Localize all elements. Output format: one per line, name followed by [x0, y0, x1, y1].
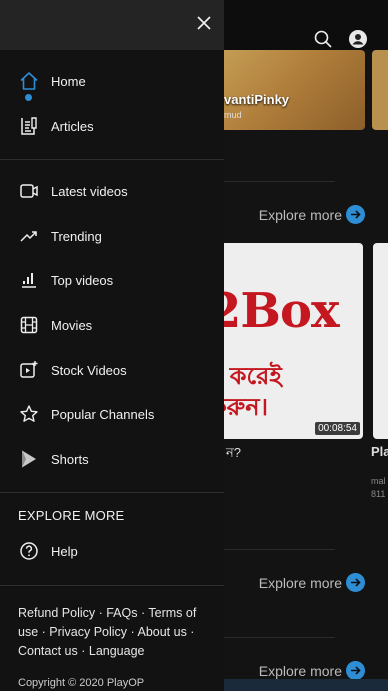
contact-us-link[interactable]: Contact us: [18, 644, 78, 658]
explore-more-link[interactable]: Explore more: [259, 205, 365, 224]
footer-separator: ·: [186, 625, 195, 639]
close-icon: [197, 15, 211, 35]
bar-chart-icon: [18, 269, 40, 291]
nav-item-label: Articles: [51, 118, 94, 134]
close-button[interactable]: [194, 15, 214, 35]
channel-subtitle: mud: [224, 110, 242, 120]
nav-item-top-videos[interactable]: Top videos: [0, 260, 224, 300]
footer-separator: ·: [127, 625, 138, 639]
trending-icon: [18, 225, 40, 247]
nav-item-home[interactable]: Home: [0, 61, 224, 101]
video-camera-icon: [18, 180, 40, 202]
video-views-2: 811: [371, 489, 386, 499]
video-title-2[interactable]: Pla: [371, 444, 388, 459]
footer-links: Refund Policy · FAQs · Terms of use · Pr…: [18, 604, 218, 661]
footer-separator: ·: [38, 625, 50, 639]
nav-item-label: Popular Channels: [51, 406, 155, 422]
channel-thumbnail-2[interactable]: [372, 50, 388, 130]
explore-more-link[interactable]: Explore more: [259, 661, 365, 680]
arrow-right-icon: [346, 573, 365, 592]
nav-item-popular-channels[interactable]: Popular Channels: [0, 394, 224, 434]
drawer-divider: [0, 159, 224, 160]
arrow-right-icon: [346, 661, 365, 680]
privacy-policy-link[interactable]: Privacy Policy: [49, 625, 127, 639]
language-link[interactable]: Language: [89, 644, 145, 658]
footer-separator: ·: [137, 606, 149, 620]
drawer-header: [0, 0, 224, 50]
explore-more-label: Explore more: [258, 662, 342, 679]
copyright-text: Copyright © 2020 PlayOP: [18, 677, 145, 689]
nav-item-help[interactable]: Help: [0, 531, 224, 571]
help-icon: [18, 540, 40, 562]
nav-item-latest-videos[interactable]: Latest videos: [0, 171, 224, 211]
home-icon: [18, 70, 40, 92]
channel-thumbnail[interactable]: vantiPinky mud: [200, 50, 365, 130]
nav-item-label: Latest videos: [51, 183, 128, 199]
footer-separator: ·: [77, 644, 89, 658]
nav-item-movies[interactable]: Movies: [0, 305, 224, 345]
articles-icon: [18, 115, 40, 137]
arrow-right-icon: [346, 205, 365, 224]
nav-item-label: Stock Videos: [51, 362, 127, 378]
account-icon[interactable]: [349, 30, 367, 48]
video-channel-2: mal: [371, 476, 386, 486]
nav-item-label: Home: [51, 73, 86, 89]
drawer-divider: [0, 585, 224, 586]
nav-item-label: Help: [51, 543, 78, 559]
nav-item-label: Top videos: [51, 272, 114, 288]
drawer-divider: [0, 492, 224, 493]
faqs-link[interactable]: FAQs: [106, 606, 137, 620]
nav-item-shorts[interactable]: Shorts: [0, 439, 224, 479]
channel-name: vantiPinky: [224, 92, 290, 107]
nav-item-label: Trending: [51, 228, 102, 244]
search-icon[interactable]: [314, 30, 332, 48]
nav-item-articles[interactable]: Articles: [0, 106, 224, 146]
explore-more-label: Explore more: [258, 574, 342, 591]
nav-item-label: Shorts: [51, 451, 89, 467]
add-video-icon: [18, 359, 40, 381]
star-icon: [18, 403, 40, 425]
navigation-drawer: Home Articles Latest videos Trending Top…: [0, 0, 224, 691]
explore-more-heading: EXPLORE MORE: [18, 508, 125, 523]
explore-more-link[interactable]: Explore more: [259, 573, 365, 592]
video-title[interactable]: ন?: [226, 444, 241, 465]
active-indicator: [25, 94, 32, 101]
nav-item-trending[interactable]: Trending: [0, 216, 224, 256]
film-icon: [18, 314, 40, 336]
video-card[interactable]: 2Box ট করেই করুন। 00:08:54: [200, 243, 363, 439]
nav-item-stock-videos[interactable]: Stock Videos: [0, 350, 224, 390]
nav-item-label: Movies: [51, 317, 93, 333]
footer-separator: ·: [95, 606, 107, 620]
refund-policy-link[interactable]: Refund Policy: [18, 606, 95, 620]
video-brand-text: 2Box: [208, 283, 340, 339]
shorts-icon: [18, 448, 40, 470]
video-duration: 00:08:54: [315, 422, 360, 435]
video-card-2[interactable]: [373, 243, 388, 439]
explore-more-label: Explore more: [258, 206, 342, 223]
about-us-link[interactable]: About us: [137, 625, 186, 639]
